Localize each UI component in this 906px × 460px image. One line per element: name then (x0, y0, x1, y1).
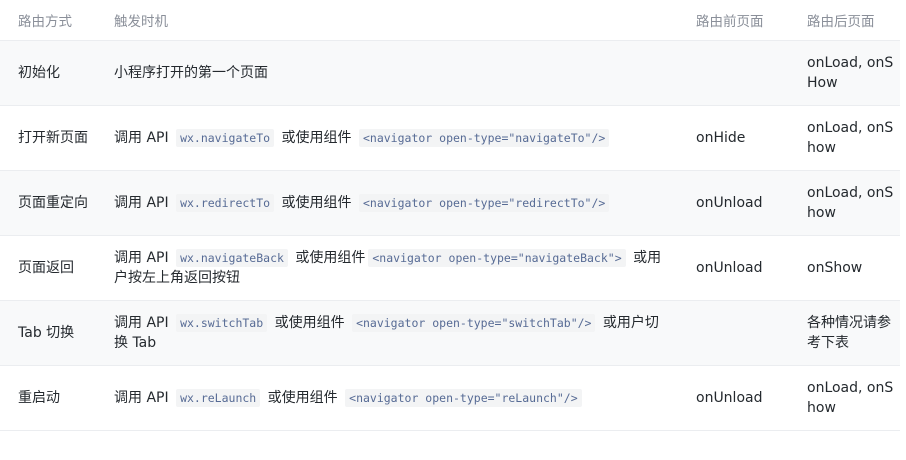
table-row: 页面返回 调用 API wx.navigateBack 或使用组件 <navigat… (0, 235, 900, 300)
header-row: 路由方式 触发时机 路由前页面 路由后页面 (0, 0, 900, 41)
header-page-after: 路由后页面 (789, 0, 900, 41)
header-trigger-timing: 触发时机 (96, 0, 678, 41)
api-code: wx.reLaunch (176, 388, 261, 407)
page-before-cell: onHide (696, 129, 746, 146)
api-code: <navigator open-type="switchTab"/> (352, 313, 596, 332)
api-code: <navigator open-type="redirectTo"/> (358, 193, 610, 212)
table-header: 路由方式 触发时机 路由前页面 路由后页面 (0, 0, 900, 41)
page-before-cell (678, 300, 789, 365)
route-method-cell: Tab 切换 (18, 324, 75, 341)
trigger-cell: 小程序打开的第一个页面 (96, 40, 678, 105)
trigger-cell: 调用 API wx.navigateBack 或使用组件 <navigator o… (96, 235, 678, 300)
page-before-cell: onUnload (696, 259, 763, 276)
trigger-text: 小程序打开的第一个页面 (114, 64, 268, 81)
route-method-cell: 初始化 (18, 64, 60, 81)
table-row: 重启动 调用 API wx.reLaunch 或使用组件 <navigator o… (0, 365, 900, 430)
page-after-cell: onLoad, onShow (807, 184, 894, 221)
route-lifecycle-table: 路由方式 触发时机 路由前页面 路由后页面 初始化 小程序打开的第一个页面 onLo… (0, 0, 900, 431)
page-after-cell: 各种情况请参考下表 (807, 314, 891, 351)
table-row: 打开新页面 调用 API wx.navigateTo 或使用组件 <navigat… (0, 105, 900, 170)
page-after-cell: onShow (807, 259, 863, 276)
api-code: <navigator open-type="navigateBack"> (368, 248, 626, 267)
page-before-cell: onUnload (696, 194, 763, 211)
table-row: Tab 切换 调用 API wx.switchTab 或使用组件 <navigat… (0, 300, 900, 365)
api-code: <navigator open-type="reLaunch"/> (345, 388, 582, 407)
api-code: wx.navigateTo (176, 128, 275, 147)
page-after-cell: onLoad, onShow (807, 119, 894, 156)
trigger-cell: 调用 API wx.reLaunch 或使用组件 <navigator open… (96, 365, 678, 430)
trigger-cell: 调用 API wx.switchTab 或使用组件 <navigator ope… (96, 300, 678, 365)
trigger-cell: 调用 API wx.navigateTo 或使用组件 <navigator op… (96, 105, 678, 170)
table-row: 初始化 小程序打开的第一个页面 onLoad, onSHow (0, 40, 900, 105)
trigger-text: 或使用组件 (277, 129, 356, 146)
page-after-cell: onLoad, onShow (807, 379, 894, 416)
trigger-text: 调用 API (114, 389, 174, 406)
route-method-cell: 重启动 (18, 389, 60, 406)
api-code: wx.navigateBack (176, 248, 288, 267)
header-route-method: 路由方式 (0, 0, 96, 41)
trigger-text: 调用 API (114, 314, 174, 331)
route-method-cell: 页面重定向 (18, 194, 88, 211)
trigger-text: 调用 API (114, 249, 174, 266)
header-page-before: 路由前页面 (678, 0, 789, 41)
table-row: 页面重定向 调用 API wx.redirectTo 或使用组件 <navigat… (0, 170, 900, 235)
trigger-text: 或使用组件 (263, 389, 343, 406)
trigger-text: 或使用组件 (270, 314, 350, 331)
table-body: 初始化 小程序打开的第一个页面 onLoad, onSHow 打开新页面 调用 API … (0, 40, 900, 430)
trigger-text: 或使用组件 (277, 194, 356, 211)
route-method-cell: 页面返回 (18, 259, 74, 276)
trigger-text: 或使用组件 (290, 249, 366, 266)
page-before-cell (678, 40, 789, 105)
route-method-cell: 打开新页面 (18, 129, 88, 146)
trigger-cell: 调用 API wx.redirectTo 或使用组件 <navigator op… (96, 170, 678, 235)
api-code: wx.switchTab (176, 313, 268, 332)
trigger-text: 调用 API (114, 129, 174, 146)
api-code: <navigator open-type="navigateTo"/> (358, 128, 610, 147)
page-before-cell: onUnload (696, 389, 763, 406)
trigger-text: 调用 API (114, 194, 174, 211)
page-after-cell: onLoad, onSHow (807, 54, 894, 91)
api-code: wx.redirectTo (176, 193, 275, 212)
